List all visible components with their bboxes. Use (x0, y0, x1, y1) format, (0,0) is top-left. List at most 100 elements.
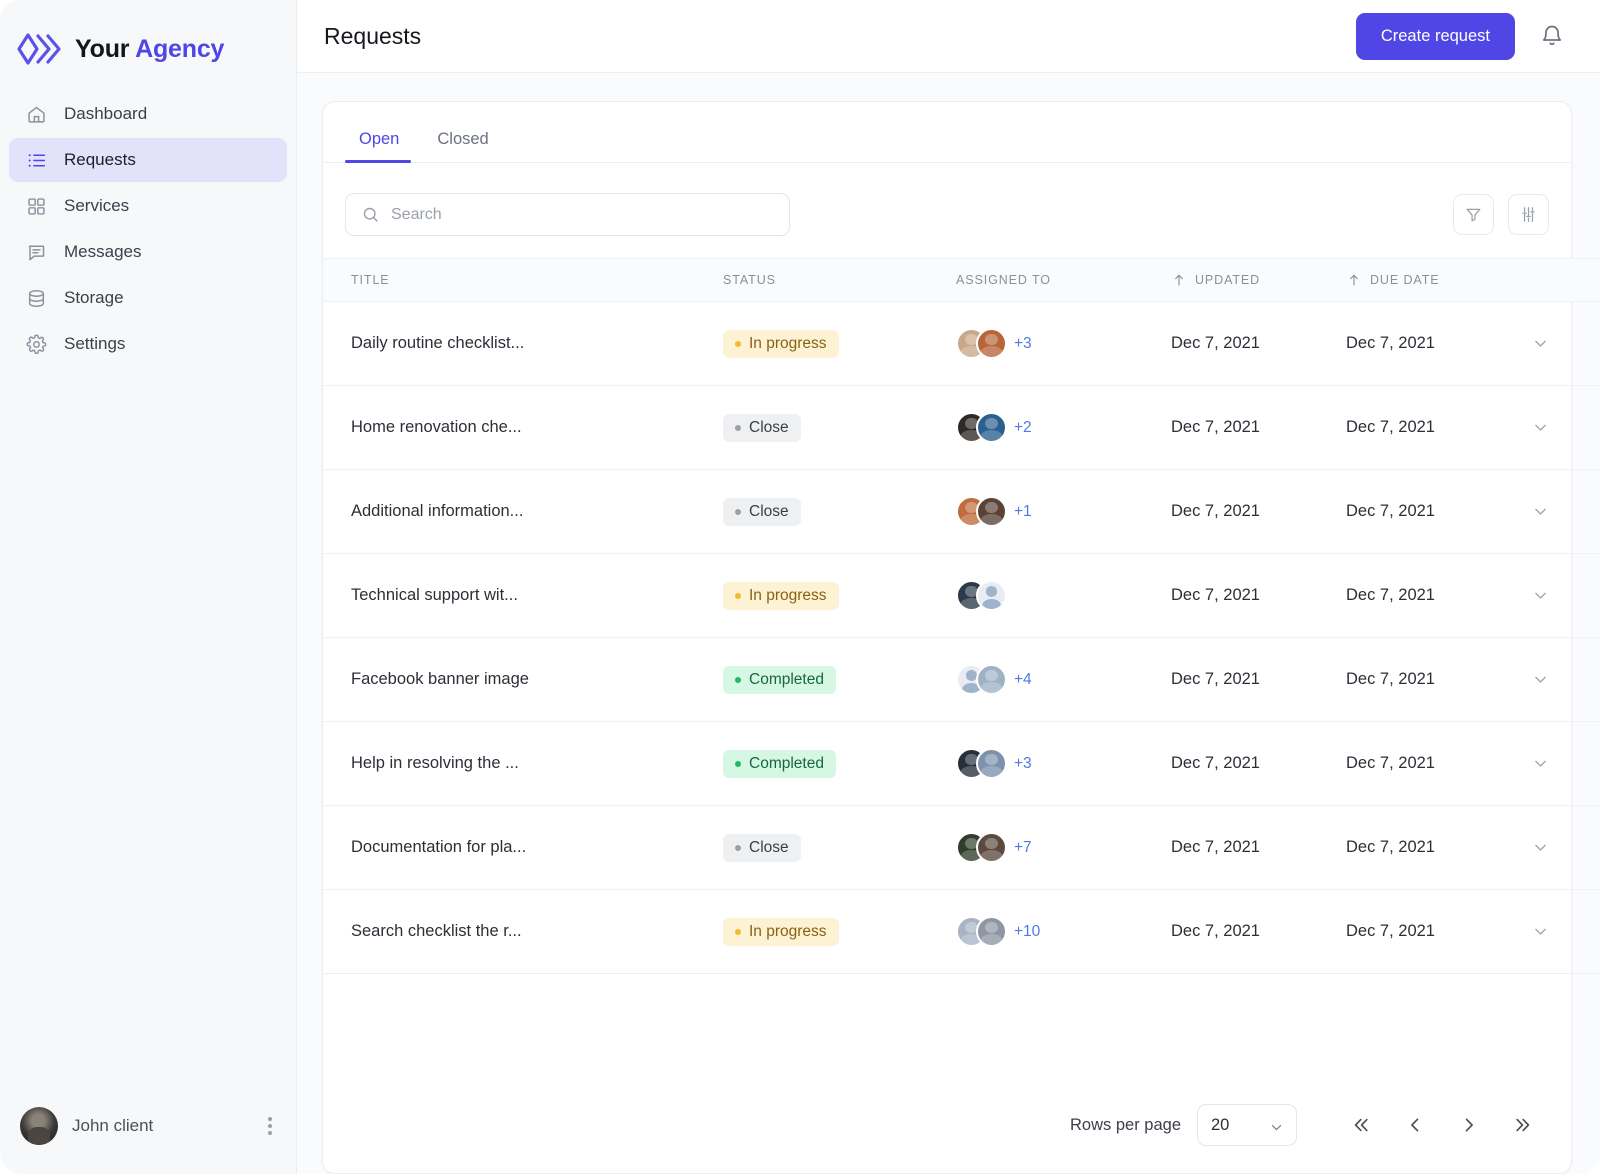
sidebar-item-messages[interactable]: Messages (9, 230, 287, 274)
column-header-due-date[interactable]: DUE DATE (1346, 259, 1526, 302)
table-row[interactable]: Technical support wit...In progressDec 7… (323, 554, 1600, 638)
cell-expand (1526, 890, 1600, 974)
sidebar-item-dashboard[interactable]: Dashboard (9, 92, 287, 136)
notification-bell-icon[interactable] (1537, 21, 1567, 51)
assignee-overflow-count[interactable]: +2 (1014, 419, 1032, 437)
assignee-overflow-count[interactable]: +7 (1014, 839, 1032, 857)
column-header-expand (1526, 259, 1600, 302)
sidebar-item-services[interactable]: Services (9, 184, 287, 228)
cell-due-date: Dec 7, 2021 (1346, 722, 1526, 806)
assignee-overflow-count[interactable]: +3 (1014, 335, 1032, 353)
chevron-down-icon[interactable] (1526, 497, 1555, 526)
chevron-down-icon[interactable] (1526, 329, 1555, 358)
cell-title: Additional information... (323, 470, 723, 554)
chevron-down-icon[interactable] (1526, 665, 1555, 694)
column-header-title[interactable]: TITLE (323, 259, 723, 302)
tab-open[interactable]: Open (345, 120, 413, 162)
brand-word-2: Agency (135, 35, 224, 63)
chevron-down-icon[interactable] (1526, 413, 1555, 442)
cell-due-date: Dec 7, 2021 (1346, 890, 1526, 974)
sidebar-item-label: Requests (64, 150, 136, 170)
search-input[interactable] (345, 193, 790, 236)
table-row[interactable]: Daily routine checklist...In progress+3D… (323, 302, 1600, 386)
cell-status: In progress (723, 302, 956, 386)
chevron-down-icon[interactable] (1526, 917, 1555, 946)
cell-updated: Dec 7, 2021 (1171, 302, 1346, 386)
cell-title: Search checklist the r... (323, 890, 723, 974)
cell-expand (1526, 386, 1600, 470)
brand[interactable]: Your Agency (0, 0, 296, 72)
column-header-status[interactable]: STATUS (723, 259, 956, 302)
cell-status: Close (723, 806, 956, 890)
cell-title: Documentation for pla... (323, 806, 723, 890)
table-row[interactable]: Additional information...Close +1 Dec 7, 2… (323, 470, 1600, 554)
chevron-down-icon[interactable] (1526, 833, 1555, 862)
filter-funnel-icon[interactable] (1453, 194, 1494, 235)
chevron-left-icon (1405, 1115, 1425, 1135)
avatar (20, 1107, 58, 1145)
rows-per-page-select[interactable]: 20 (1197, 1104, 1297, 1146)
create-request-button[interactable]: Create request (1356, 13, 1515, 60)
table-row[interactable]: Search checklist the r...In progress +10 D… (323, 890, 1600, 974)
assignee-overflow-count[interactable]: +1 (1014, 503, 1032, 521)
sidebar-item-requests[interactable]: Requests (9, 138, 287, 182)
sidebar-item-storage[interactable]: Storage (9, 276, 287, 320)
table-row[interactable]: Home renovation che...Close+2Dec 7, 2021… (323, 386, 1600, 470)
kebab-menu-icon[interactable] (262, 1111, 278, 1141)
toolbar-buttons (1453, 194, 1549, 235)
status-dot (735, 929, 741, 935)
column-header-assigned-to[interactable]: ASSIGNED TO (956, 259, 1171, 302)
toolbar (323, 163, 1571, 258)
status-dot (735, 845, 741, 851)
rows-per-page-value: 20 (1211, 1116, 1229, 1135)
assignee-avatar (976, 748, 1007, 779)
table-row[interactable]: Documentation for pla...Close+7Dec 7, 20… (323, 806, 1600, 890)
pagination: Rows per page 20 (323, 1077, 1571, 1173)
chevron-down-icon (1269, 1120, 1284, 1135)
chevron-down-icon[interactable] (1526, 581, 1555, 610)
main-area: Requests Create request Open Closed (297, 0, 1600, 1174)
sidebar-item-label: Storage (64, 288, 124, 308)
sidebar-user[interactable]: John client (0, 1078, 296, 1174)
cell-title: Help in resolving the ... (323, 722, 723, 806)
sliders-settings-icon[interactable] (1508, 194, 1549, 235)
cell-status: Close (723, 470, 956, 554)
gear-icon (25, 333, 47, 355)
chat-bubble-icon (25, 241, 47, 263)
cell-due-date: Dec 7, 2021 (1346, 470, 1526, 554)
tab-closed[interactable]: Closed (423, 120, 502, 162)
search-icon (361, 205, 380, 224)
avatar-group: +1 (956, 496, 1171, 527)
sidebar-nav: Dashboard Requests Services Messages (0, 92, 296, 366)
brand-word-1: Your (75, 35, 129, 63)
sidebar-user-name: John client (72, 1116, 248, 1136)
first-page-button[interactable] (1339, 1103, 1383, 1147)
cell-status: In progress (723, 554, 956, 638)
avatar-group: +2 (956, 412, 1171, 443)
column-header-updated[interactable]: UPDATED (1171, 259, 1346, 302)
column-label: ASSIGNED TO (956, 273, 1051, 287)
sidebar-item-settings[interactable]: Settings (9, 322, 287, 366)
assignee-overflow-count[interactable]: +4 (1014, 671, 1032, 689)
status-dot (735, 677, 741, 683)
table-row[interactable]: Facebook banner imageCompleted+4Dec 7, 2… (323, 638, 1600, 722)
last-page-button[interactable] (1501, 1103, 1545, 1147)
topbar-actions: Create request (1356, 13, 1567, 60)
chevron-down-icon[interactable] (1526, 749, 1555, 778)
cell-assigned-to: +10 (956, 890, 1171, 974)
table-row[interactable]: Help in resolving the ...Completed+3Dec … (323, 722, 1600, 806)
assignee-overflow-count[interactable]: +10 (1014, 923, 1040, 941)
sidebar-item-label: Messages (64, 242, 141, 262)
next-page-button[interactable] (1447, 1103, 1491, 1147)
cell-assigned-to: +7 (956, 806, 1171, 890)
assignee-overflow-count[interactable]: +3 (1014, 755, 1032, 773)
cell-assigned-to (956, 554, 1171, 638)
assignee-avatar (976, 916, 1007, 947)
cell-expand (1526, 554, 1600, 638)
status-dot (735, 341, 741, 347)
previous-page-button[interactable] (1393, 1103, 1437, 1147)
status-badge: Close (723, 414, 801, 442)
status-badge: Close (723, 498, 801, 526)
status-badge: In progress (723, 918, 839, 946)
cell-status: Completed (723, 638, 956, 722)
